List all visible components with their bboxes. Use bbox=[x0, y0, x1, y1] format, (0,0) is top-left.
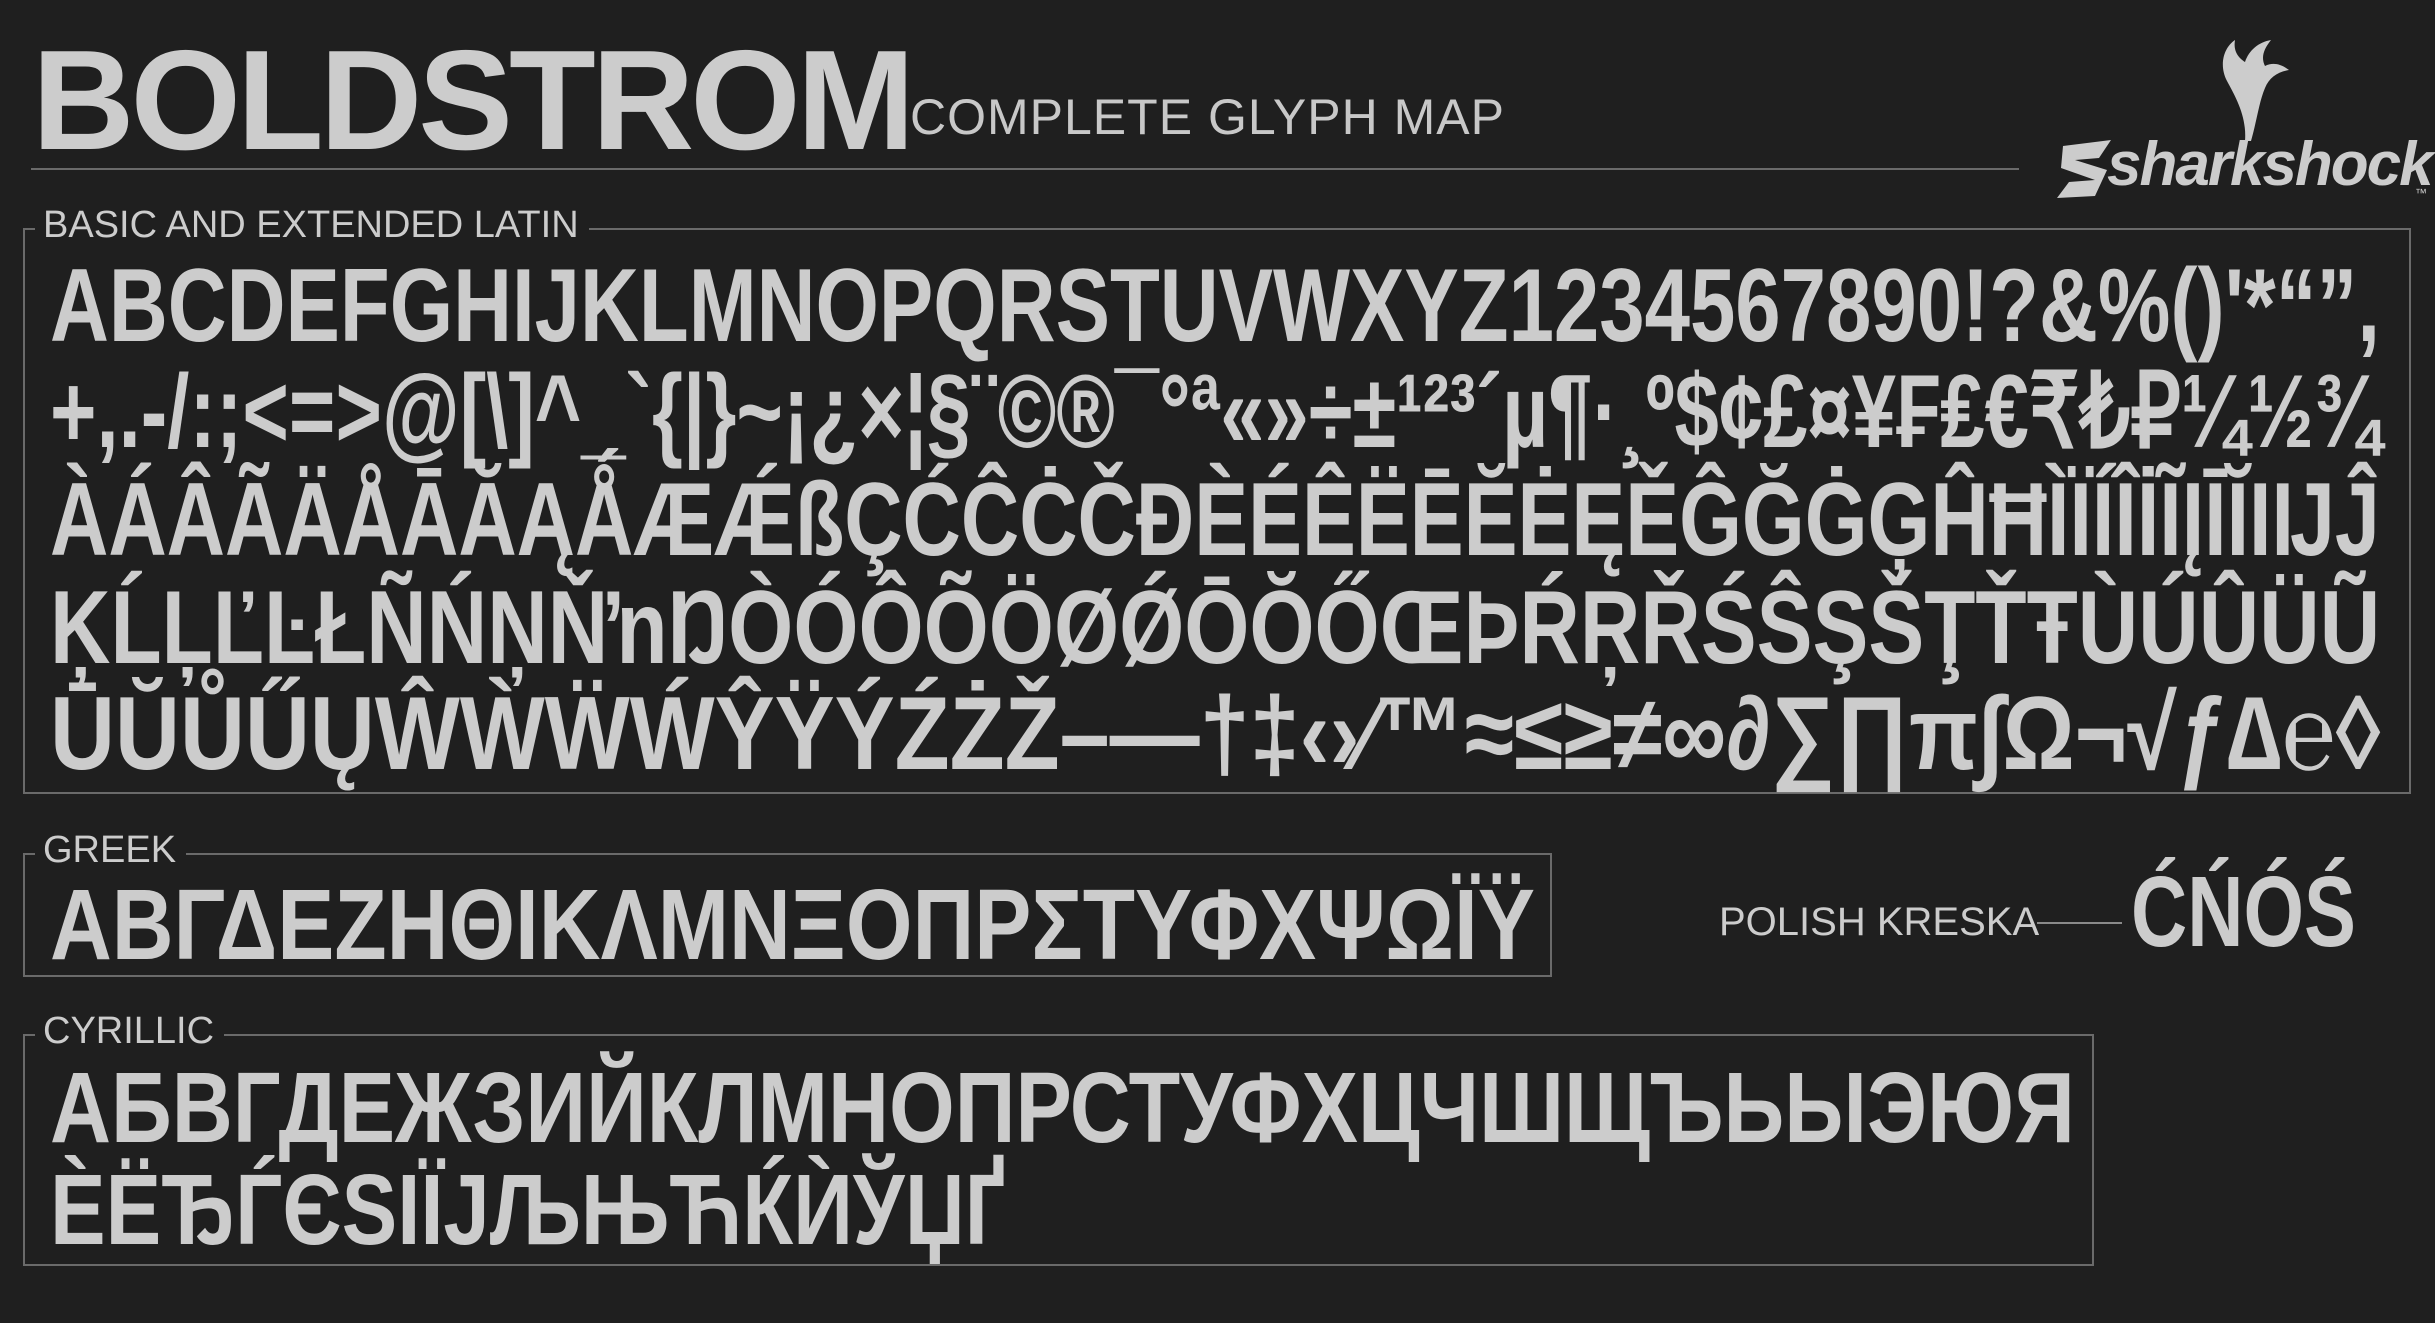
brand-logo: sharkshock ™ bbox=[2055, 36, 2434, 206]
glyph-row: +,.-/:;<=>@[\]^_`{|}~¡¿×¦§¨©®¯°ª«»÷±¹²³´… bbox=[50, 354, 2381, 470]
font-title: BOLDSTROM bbox=[32, 21, 915, 180]
glyph-row: ĶĹĻĽĿŁÑŃŅŇŉŊÒÓÔÕÖØǾŌŎŐŒÞŔŖŘŚŜŞŠŢŤŦÙÚÛÜŨ bbox=[50, 570, 2381, 686]
glyph-row: ÀÁÂÃÄÅĀĂĄǺÆǼßÇĆĈĊČĐÈÉÊËĒĔĖĘĚĜĞĠĢĤĦÌÏÍÎİĨ… bbox=[50, 462, 2380, 578]
glyph-row: ABCDEFGHIJKLMNOPQRSTUVWXYZ1234567890!?&%… bbox=[50, 248, 2380, 364]
brand-tm: ™ bbox=[2415, 186, 2427, 200]
greek-section: GREEK ΑΒΓΔΕΖΗΘΙΚΛΜΝΞΟΠΡΣΤΥΦΧΨΩΪΫ bbox=[23, 831, 1552, 981]
glyph-row: ŪŬŮŰŲŴẀẄẂŶŸÝŹŻŽ–—†‡‹›⁄™≈≤≥≠∞∂∑∏π∫Ω¬√ƒ∆℮◊ bbox=[50, 676, 2381, 792]
cyrillic-section: CYRILLIC АБВГДЕЖЗИЙКЛМНОПРСТУФХЦЧШЩЪЬЫЭЮ… bbox=[23, 1012, 2094, 1266]
header-divider bbox=[31, 168, 2019, 170]
polish-kreska-label: POLISH KRESKA bbox=[1719, 900, 2040, 944]
cyrillic-section-label: CYRILLIC bbox=[35, 1012, 225, 1050]
glyph-row: АБВГДЕЖЗИЙКЛМНОПРСТУФХЦЧШЩЪЬЫЭЮЯ bbox=[50, 1052, 2075, 1164]
latin-section-label: BASIC AND EXTENDED LATIN bbox=[35, 206, 589, 244]
shark-mark-icon bbox=[2057, 140, 2111, 198]
polish-kreska-glyphs: ĆŃÓŚ bbox=[2131, 856, 2356, 968]
glyph-row: ΑΒΓΔΕΖΗΘΙΚΛΜΝΞΟΠΡΣΤΥΦΧΨΩΪΫ bbox=[50, 869, 1535, 981]
page-subtitle: COMPLETE GLYPH MAP bbox=[910, 89, 1505, 145]
brand-name: sharkshock bbox=[2107, 130, 2434, 199]
greek-section-label: GREEK bbox=[35, 831, 187, 869]
latin-section: BASIC AND EXTENDED LATIN ABCDEFGHIJKLMNO… bbox=[23, 206, 2411, 794]
polish-kreska-connector bbox=[2037, 922, 2122, 924]
glyph-row: ЀЁЂЃЄЅІЇЈЉЊЋЌЍЎЏҐ bbox=[50, 1154, 1006, 1266]
